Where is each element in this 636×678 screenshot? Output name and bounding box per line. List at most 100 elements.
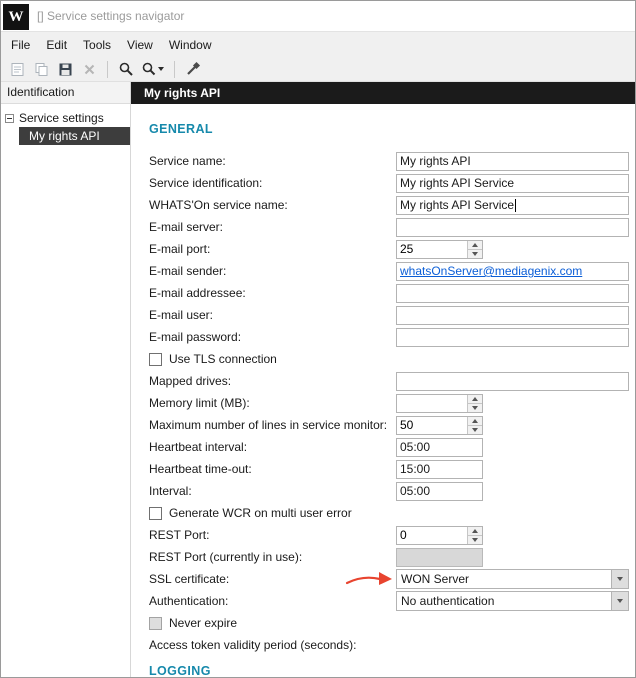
- detail-panel: My rights API GENERAL Service name: Serv…: [131, 82, 635, 677]
- collapse-icon[interactable]: [5, 113, 14, 123]
- ssl-certificate-select[interactable]: WON Server: [396, 569, 629, 589]
- form-rows: Service name: Service identification: WH…: [131, 150, 635, 656]
- email-password-input[interactable]: [396, 327, 629, 347]
- service-name-input[interactable]: [396, 151, 629, 171]
- checkbox-row: Generate WCR on multi user error: [131, 502, 635, 524]
- heartbeat-interval-input[interactable]: [396, 437, 483, 457]
- field-row: SSL certificate: WON Server: [131, 568, 635, 590]
- heartbeat-timeout-input[interactable]: [396, 459, 483, 479]
- field-label: REST Port (currently in use):: [149, 550, 303, 564]
- field-row: Memory limit (MB):: [131, 392, 635, 414]
- field-label: Service identification:: [149, 176, 263, 190]
- field-label: Heartbeat time-out:: [149, 462, 252, 476]
- field-row: Heartbeat time-out:: [131, 458, 635, 480]
- field-label: Interval:: [149, 484, 192, 498]
- spin-up-button[interactable]: [468, 394, 482, 403]
- window-body: Identification Service settings My right…: [1, 82, 635, 677]
- field-row: WHATS'On service name: My rights API Ser…: [131, 194, 635, 216]
- text-caret: [515, 198, 517, 212]
- never-expire-checkbox: [149, 616, 162, 630]
- search-icon[interactable]: [114, 58, 138, 80]
- spin-buttons: [467, 526, 482, 544]
- spin-up-button[interactable]: [468, 240, 482, 249]
- menu-item-tools[interactable]: Tools: [75, 34, 119, 56]
- menu-item-view[interactable]: View: [119, 34, 161, 56]
- spin-buttons: [467, 416, 482, 434]
- authentication-select[interactable]: No authentication: [396, 591, 629, 611]
- generate-wcr-checkbox[interactable]: [149, 506, 162, 520]
- field-label: Service name:: [149, 154, 226, 168]
- interval-input[interactable]: [396, 481, 483, 501]
- chevron-down-icon[interactable]: [611, 570, 628, 588]
- report-icon: [5, 58, 29, 80]
- menu-item-file[interactable]: File: [3, 34, 38, 56]
- spin-buttons: [467, 394, 482, 412]
- memory-limit-spinner[interactable]: [396, 393, 483, 413]
- mapped-drives-input[interactable]: [396, 371, 629, 391]
- sidebar: Identification Service settings My right…: [1, 82, 131, 677]
- save-icon[interactable]: [53, 58, 77, 80]
- field-label: WHATS'On service name:: [149, 198, 288, 212]
- field-label: E-mail port:: [149, 242, 211, 256]
- spin-up-button[interactable]: [468, 416, 482, 425]
- field-row: Mapped drives:: [131, 370, 635, 392]
- tree-node-my-rights-api[interactable]: My rights API: [19, 127, 130, 145]
- spin-down-button[interactable]: [468, 424, 482, 434]
- copy-icon: [29, 58, 53, 80]
- toolbar-separator: [107, 60, 108, 78]
- whatson-service-name-field[interactable]: My rights API Service: [396, 195, 629, 215]
- tree-node-label: My rights API: [29, 129, 100, 143]
- max-lines-spinner[interactable]: [396, 415, 483, 435]
- rest-port-in-use-field: [396, 547, 483, 567]
- tree-node-service-settings[interactable]: Service settings: [1, 109, 130, 127]
- sidebar-header: Identification: [1, 82, 130, 104]
- checkbox-label: Generate WCR on multi user error: [169, 506, 352, 520]
- field-label: E-mail user:: [149, 308, 214, 322]
- email-user-input[interactable]: [396, 305, 629, 325]
- field-row: Access token validity period (seconds):: [131, 634, 635, 656]
- email-addressee-input[interactable]: [396, 283, 629, 303]
- rest-port-spinner[interactable]: [396, 525, 483, 545]
- window-title: [] Service settings navigator: [37, 9, 185, 23]
- field-label: Mapped drives:: [149, 374, 232, 388]
- spin-down-button[interactable]: [468, 534, 482, 544]
- field-row: Heartbeat interval:: [131, 436, 635, 458]
- rest-port-input[interactable]: [397, 526, 467, 544]
- field-row: E-mail port:: [131, 238, 635, 260]
- tools-icon[interactable]: [181, 58, 205, 80]
- field-row: Service identification:: [131, 172, 635, 194]
- spin-buttons: [467, 240, 482, 258]
- spin-up-button[interactable]: [468, 526, 482, 535]
- service-identification-input[interactable]: [396, 173, 629, 193]
- memory-limit-input[interactable]: [397, 394, 467, 412]
- menu-item-window[interactable]: Window: [161, 34, 220, 56]
- detail-content: GENERAL Service name: Service identifica…: [131, 104, 635, 677]
- field-row: Authentication: No authentication: [131, 590, 635, 612]
- section-general: GENERAL: [149, 122, 213, 136]
- use-tls-checkbox[interactable]: [149, 352, 162, 366]
- chevron-down-icon[interactable]: [611, 592, 628, 610]
- menu-bar: File Edit Tools View Window: [1, 31, 635, 57]
- field-row: REST Port:: [131, 524, 635, 546]
- search-options-icon[interactable]: [138, 58, 168, 80]
- field-label: Heartbeat interval:: [149, 440, 248, 454]
- field-row: E-mail password:: [131, 326, 635, 348]
- field-row: Maximum number of lines in service monit…: [131, 414, 635, 436]
- email-port-input[interactable]: [397, 240, 467, 258]
- field-value: My rights API Service: [400, 198, 515, 212]
- spin-down-button[interactable]: [468, 402, 482, 412]
- tree-node-label: Service settings: [19, 111, 104, 125]
- detail-header: My rights API: [131, 82, 635, 104]
- email-port-spinner[interactable]: [396, 239, 483, 259]
- field-label: Authentication:: [149, 594, 229, 608]
- toolbar-separator: [174, 60, 175, 78]
- spin-down-button[interactable]: [468, 248, 482, 258]
- menu-item-edit[interactable]: Edit: [38, 34, 75, 56]
- email-sender-link[interactable]: whatsOnServer@mediagenix.com: [400, 264, 582, 278]
- selected-value: WON Server: [401, 572, 470, 586]
- email-sender-field[interactable]: whatsOnServer@mediagenix.com: [396, 261, 629, 281]
- title-bar: W [] Service settings navigator: [1, 1, 635, 31]
- email-server-input[interactable]: [396, 217, 629, 237]
- field-label: Access token validity period (seconds):: [149, 638, 357, 652]
- max-lines-input[interactable]: [397, 416, 467, 434]
